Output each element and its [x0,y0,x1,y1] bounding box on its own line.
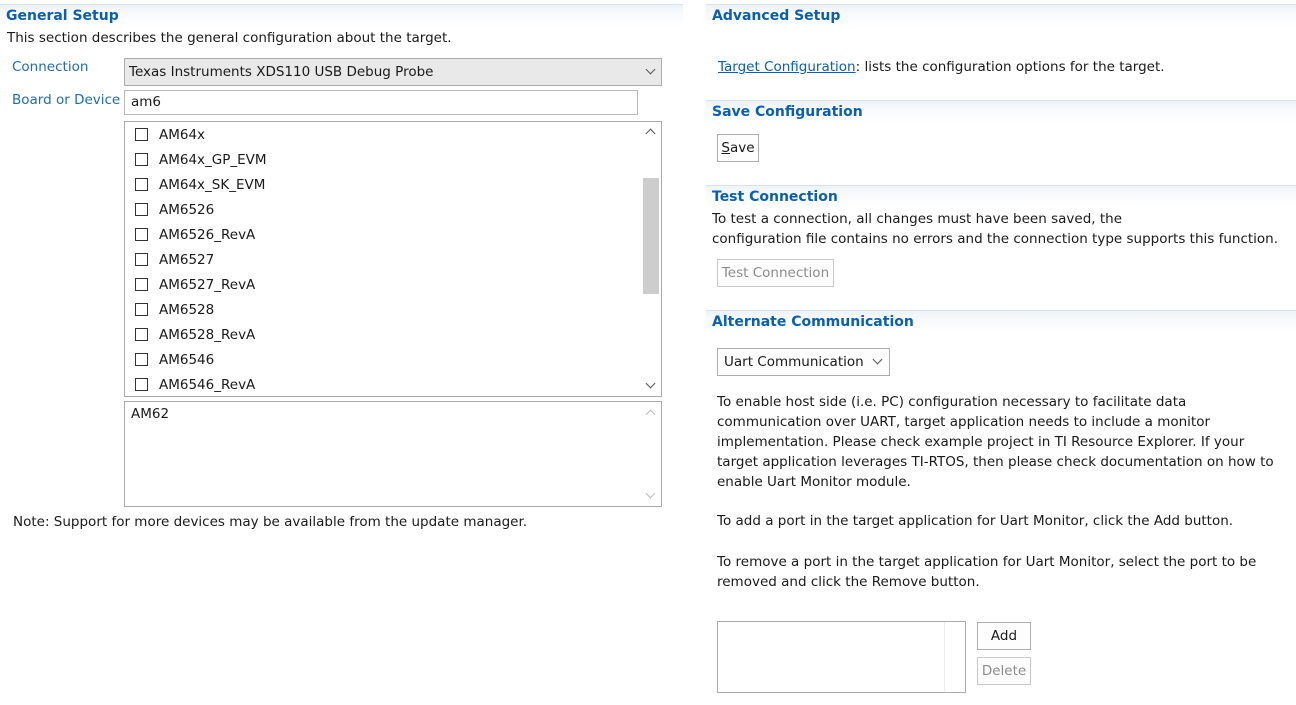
add-port-button[interactable]: Add [977,622,1031,650]
add-port-instructions: To add a port in the target application … [717,513,1234,529]
device-label: AM6528 [159,302,215,318]
connection-value: Texas Instruments XDS110 USB Debug Probe [129,64,434,80]
update-manager-note: Note: Support for more devices may be av… [13,514,528,530]
device-label: AM6546_RevA [159,377,256,393]
save-mnemonic: S [721,140,730,156]
device-label: AM6546 [159,352,215,368]
device-checkbox[interactable] [135,203,148,216]
connection-label: Connection [12,59,89,75]
device-label: AM6527_RevA [159,277,256,293]
selected-devices-box[interactable]: AM62 [124,401,662,507]
device-checkbox[interactable] [135,228,148,241]
test-connection-header: Test Connection [706,185,1296,207]
save-configuration-header: Save Configuration [706,100,1296,122]
test-connection-desc-2: configuration file contains no errors an… [712,231,1279,247]
device-label: AM6526 [159,202,215,218]
chevron-down-icon[interactable] [641,486,661,506]
device-checkbox[interactable] [135,328,148,341]
selected-device-value: AM62 [131,406,170,422]
uart-port-list[interactable] [717,621,966,693]
chevron-up-icon[interactable] [641,402,661,422]
device-checkbox[interactable] [135,128,148,141]
device-label: AM6526_RevA [159,227,256,243]
board-filter-input[interactable]: am6 [124,90,638,115]
device-checkbox[interactable] [135,253,148,266]
connection-select[interactable]: Texas Instruments XDS110 USB Debug Probe [124,58,662,86]
target-config-text: : lists the configuration options for th… [855,59,1165,75]
uart-info-line: enable Uart Monitor module. [717,474,911,490]
uart-info-line: implementation. Please check example pro… [717,434,1245,450]
target-configuration-link[interactable]: Target Configuration [718,59,856,75]
test-connection-desc-1: To test a connection, all changes must h… [712,211,1122,227]
device-label: AM6528_RevA [159,327,256,343]
alternate-communication-header: Alternate Communication [706,310,1296,332]
communication-type-select[interactable]: Uart Communication [717,348,890,376]
delete-port-button[interactable]: Delete [977,657,1031,685]
chevron-down-icon[interactable] [641,376,661,396]
communication-type-value: Uart Communication [724,354,864,370]
chevron-up-icon[interactable] [641,122,661,142]
device-checkbox[interactable] [135,178,148,191]
device-checkbox[interactable] [135,303,148,316]
general-setup-header: General Setup [0,4,683,26]
general-setup-description: This section describes the general confi… [7,30,452,46]
remove-port-line: removed and click the Remove button. [717,574,980,590]
device-list[interactable]: AM64x AM64x_GP_EVM AM64x_SK_EVM AM6526 AM652… [124,121,662,397]
scrollbar-thumb[interactable] [643,178,659,294]
chevron-down-icon [640,59,661,85]
uart-info-line: communication over UART, target applicat… [717,414,1211,430]
test-connection-button[interactable]: Test Connection [717,259,834,287]
device-checkbox[interactable] [135,353,148,366]
selected-box-scrollbar[interactable] [641,402,661,506]
device-checkbox[interactable] [135,278,148,291]
device-label: AM64x_GP_EVM [159,152,267,168]
device-list-scrollbar[interactable] [641,122,661,396]
device-checkbox[interactable] [135,378,148,391]
uart-info-line: To enable host side (i.e. PC) configurat… [717,394,1187,410]
chevron-down-icon [869,349,889,375]
remove-port-paragraph: To remove a port in the target applicati… [717,552,1287,592]
device-label: AM64x [159,127,206,143]
save-button[interactable]: Save [717,134,759,162]
device-label: AM64x_SK_EVM [159,177,266,193]
save-button-label: ave [730,140,755,156]
remove-port-line: To remove a port in the target applicati… [717,554,1257,570]
uart-info-paragraph: To enable host side (i.e. PC) configurat… [717,392,1287,492]
port-list-divider [944,622,945,692]
device-label: AM6527 [159,252,215,268]
advanced-setup-header: Advanced Setup [706,4,1296,26]
board-or-device-label: Board or Device [12,92,121,108]
device-checkbox[interactable] [135,153,148,166]
target-config-line: Target Configuration: lists the configur… [718,59,1165,75]
uart-info-line: target application leverages TI-RTOS, th… [717,454,1274,470]
